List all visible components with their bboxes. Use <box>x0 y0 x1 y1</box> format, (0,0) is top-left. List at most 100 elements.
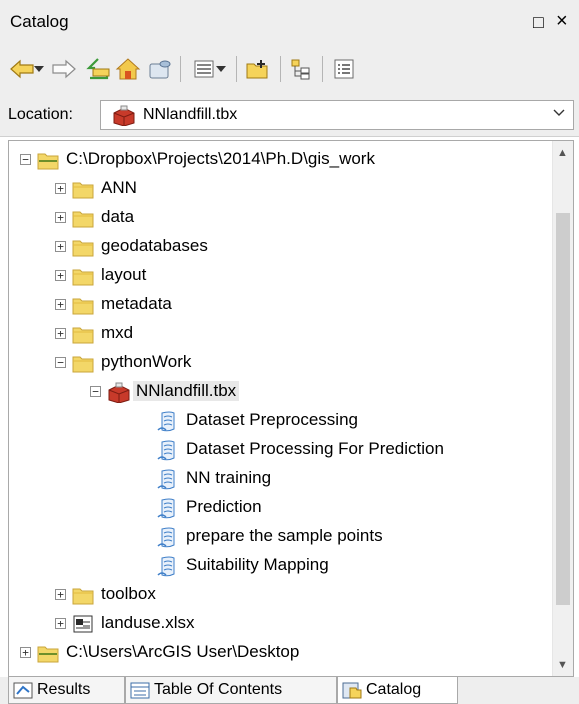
dropdown-arrow-icon <box>216 66 226 72</box>
expand-icon[interactable]: + <box>55 212 66 223</box>
tree-node-label: Suitability Mapping <box>186 555 329 574</box>
tree-node-label: NNlandfill.tbx <box>133 381 240 401</box>
toolbar-separator <box>236 56 237 82</box>
folder-icon <box>71 584 95 606</box>
tab-table-of-contents[interactable]: Table Of Contents <box>125 677 337 704</box>
tree-node[interactable]: + geodatabases <box>9 233 539 262</box>
location-bar: Location: NNlandfill.tbx <box>0 96 579 137</box>
tree-node[interactable]: − pythonWork <box>9 349 539 378</box>
tree-node-label: Dataset Preprocessing <box>186 410 358 429</box>
details-view-button[interactable] <box>330 55 358 83</box>
tree-node-label: data <box>101 207 135 226</box>
tree-node[interactable]: + metadata <box>9 291 539 320</box>
tree-node[interactable]: prepare the sample points <box>9 523 539 552</box>
catalog-icon <box>342 682 362 699</box>
tree-node-label: NN training <box>186 468 272 487</box>
script-tool-icon <box>156 555 180 577</box>
table-of-contents-icon <box>130 682 150 699</box>
tree-node[interactable]: + toolbox <box>9 581 539 610</box>
expand-icon[interactable]: + <box>55 241 66 252</box>
toolbox-icon <box>106 381 130 404</box>
tree-view-button[interactable] <box>288 55 316 83</box>
tree-view-icon <box>291 59 310 80</box>
expand-icon[interactable]: + <box>55 183 66 194</box>
folder-icon <box>71 265 95 287</box>
folder-icon <box>71 323 95 345</box>
tree-node[interactable]: + mxd <box>9 320 539 349</box>
tree-node[interactable]: Dataset Processing For Prediction <box>9 436 539 465</box>
close-button[interactable]: × <box>556 10 572 32</box>
tree-node[interactable]: − C:\Dropbox\Projects\2014\Ph.D\gis_work <box>9 146 539 175</box>
chevron-down-icon[interactable] <box>553 109 565 117</box>
tree-node-label: ANN <box>101 178 137 197</box>
catalog-tree[interactable]: − C:\Dropbox\Projects\2014\Ph.D\gis_work +… <box>8 140 574 677</box>
tab-label: Table Of Contents <box>154 681 283 698</box>
tree-node-label: toolbox <box>101 584 156 603</box>
location-combobox[interactable]: NNlandfill.tbx <box>100 100 574 130</box>
home-icon <box>115 58 141 80</box>
toolbox-icon <box>113 105 135 126</box>
tree-node[interactable]: + landuse.xlsx <box>9 610 539 639</box>
dropdown-arrow-icon <box>34 66 44 72</box>
folder-icon <box>71 236 95 258</box>
expand-icon[interactable]: + <box>55 589 66 600</box>
tree-node-label: metadata <box>101 294 172 313</box>
tree-node[interactable]: NN training <box>9 465 539 494</box>
expand-icon[interactable]: + <box>55 618 66 629</box>
script-tool-icon <box>156 497 180 519</box>
tree-node-label: Prediction <box>186 497 262 516</box>
back-history-dropdown[interactable] <box>32 55 46 83</box>
expand-icon[interactable]: + <box>55 299 66 310</box>
expand-icon[interactable]: + <box>55 270 66 281</box>
spreadsheet-icon <box>71 613 95 635</box>
tree-node[interactable]: + C:\Users\ArcGIS User\Desktop <box>9 639 539 668</box>
toolbar-separator <box>280 56 281 82</box>
expand-icon[interactable]: + <box>55 328 66 339</box>
catalog-title-bar: Catalog □ × <box>0 0 579 44</box>
tab-label: Results <box>37 681 91 698</box>
tree-node[interactable]: + data <box>9 204 539 233</box>
expand-icon[interactable]: + <box>20 647 31 658</box>
results-icon <box>13 682 33 699</box>
tab-results[interactable]: Results <box>8 677 125 704</box>
tree-node-label: pythonWork <box>101 352 192 371</box>
folder-icon <box>71 207 95 229</box>
view-options-icon <box>194 60 214 78</box>
tree-node-label: prepare the sample points <box>186 526 383 545</box>
tree-node[interactable]: − NNlandfill.tbx <box>9 378 539 407</box>
tab-catalog[interactable]: Catalog <box>337 677 458 704</box>
forward-button[interactable] <box>50 55 78 83</box>
scroll-down-arrow-icon[interactable]: ▼ <box>557 659 568 671</box>
tree-node[interactable]: Prediction <box>9 494 539 523</box>
tree-node-label: mxd <box>101 323 134 342</box>
tree-node[interactable]: Dataset Preprocessing <box>9 407 539 436</box>
tree-node-label: Dataset Processing For Prediction <box>186 439 444 458</box>
new-folder-icon <box>246 60 268 79</box>
view-options-dropdown[interactable] <box>214 55 228 83</box>
home-button[interactable] <box>114 55 142 83</box>
vertical-scrollbar[interactable]: ▲ ▼ <box>552 141 573 676</box>
script-tool-icon <box>156 468 180 490</box>
tree-node[interactable]: + layout <box>9 262 539 291</box>
dock-tab-bar: Results Table Of Contents Catalog <box>0 677 579 704</box>
scrollbar-thumb[interactable] <box>556 213 570 605</box>
location-label: Location: <box>8 106 73 123</box>
up-one-level-icon <box>86 58 110 80</box>
folder-connection-icon <box>36 149 60 171</box>
folder-icon <box>71 178 95 200</box>
collapse-icon[interactable]: − <box>55 357 66 368</box>
up-one-level-button[interactable] <box>84 55 112 83</box>
tree-node[interactable]: + ANN <box>9 175 539 204</box>
tree-node[interactable]: Suitability Mapping <box>9 552 539 581</box>
catalog-toolbar <box>0 44 579 96</box>
details-view-icon <box>334 59 354 79</box>
maximize-button[interactable]: □ <box>533 12 549 32</box>
window-title: Catalog <box>10 12 69 31</box>
scroll-up-arrow-icon[interactable]: ▲ <box>557 147 568 159</box>
connect-to-database-button[interactable] <box>146 55 174 83</box>
tree-node-label: layout <box>101 265 147 284</box>
collapse-icon[interactable]: − <box>20 154 31 165</box>
new-folder-button[interactable] <box>244 55 272 83</box>
collapse-icon[interactable]: − <box>90 386 101 397</box>
connect-database-icon <box>149 60 171 79</box>
